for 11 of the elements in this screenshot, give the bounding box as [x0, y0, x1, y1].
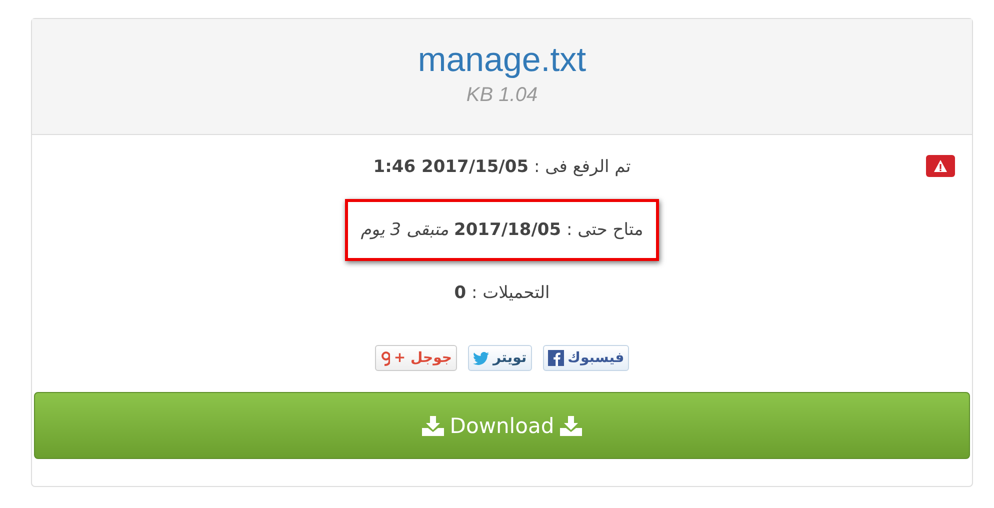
- facebook-share-button[interactable]: فيسبوك: [542, 345, 630, 371]
- file-size: KB 1.04: [466, 84, 538, 107]
- google-icon: [380, 350, 390, 366]
- google-share-button[interactable]: جوجل +: [374, 345, 457, 371]
- download-icon: [422, 416, 444, 436]
- file-name: manage.txt: [418, 41, 586, 80]
- twitter-share-button[interactable]: تويتر: [468, 345, 532, 371]
- bird-icon: [472, 352, 489, 364]
- warning-icon[interactable]: [926, 155, 955, 177]
- facebook-icon: [548, 350, 564, 366]
- download-icon: [560, 416, 582, 436]
